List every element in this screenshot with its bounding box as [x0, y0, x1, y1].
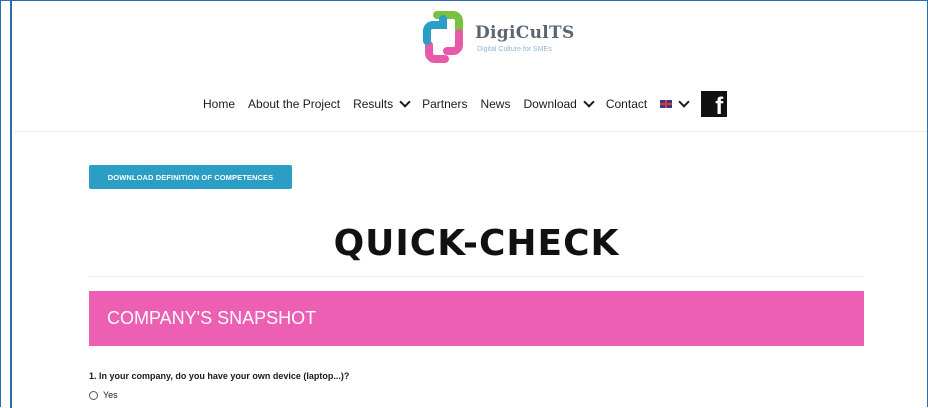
browser-frame: DigiCulTS Digital Culture for SMEs Home …: [0, 0, 928, 407]
language-selector[interactable]: [660, 96, 690, 108]
nav-home-label: Home: [203, 97, 236, 111]
facebook-icon[interactable]: f: [701, 91, 728, 120]
logo-subtitle: Digital Culture for SMEs: [477, 46, 552, 53]
radio-button[interactable]: [89, 390, 98, 400]
nav-results-label: Results: [353, 97, 394, 111]
nav-partners[interactable]: Partners: [422, 97, 467, 111]
section-title: COMPANY'S SNAPSHOT: [107, 308, 317, 328]
nav-home[interactable]: Home: [203, 97, 235, 111]
nav-news-label: News: [480, 97, 511, 111]
main-nav: Home About the Project Results Partners …: [203, 91, 728, 120]
section-header: COMPANY'S SNAPSHOT: [89, 291, 864, 346]
nav-about-label: About the Project: [248, 97, 341, 111]
facebook-glyph: f: [715, 93, 724, 120]
nav-partners-label: Partners: [422, 97, 468, 111]
nav-about[interactable]: About the Project: [248, 97, 340, 111]
chevron-down-icon: [399, 96, 411, 108]
nav-results[interactable]: Results: [353, 96, 411, 111]
logo-cross-icon: [423, 11, 463, 63]
logo-title: DigiCulTS: [475, 23, 575, 43]
option-yes[interactable]: Yes: [89, 390, 118, 400]
uk-flag-icon: [660, 100, 673, 108]
nav-download[interactable]: Download: [523, 96, 595, 111]
nav-download-label: Download: [523, 97, 577, 111]
frame-left-border: [10, 0, 12, 408]
chevron-down-icon: [678, 96, 690, 108]
nav-news[interactable]: News: [480, 97, 510, 111]
site-header: DigiCulTS Digital Culture for SMEs Home …: [13, 1, 927, 132]
question-1: 1. In your company, do you have your own…: [89, 371, 350, 381]
download-competences-button[interactable]: DOWNLOAD DEFINITION OF COMPETENCES: [89, 165, 292, 189]
chevron-down-icon: [583, 96, 595, 108]
option-label: Yes: [103, 390, 118, 400]
nav-contact-label: Contact: [605, 97, 648, 111]
title-divider: [89, 276, 864, 277]
site-logo[interactable]: DigiCulTS Digital Culture for SMEs: [417, 11, 577, 67]
page-title: QUICK-CHECK: [333, 223, 620, 264]
nav-contact[interactable]: Contact: [606, 97, 647, 111]
